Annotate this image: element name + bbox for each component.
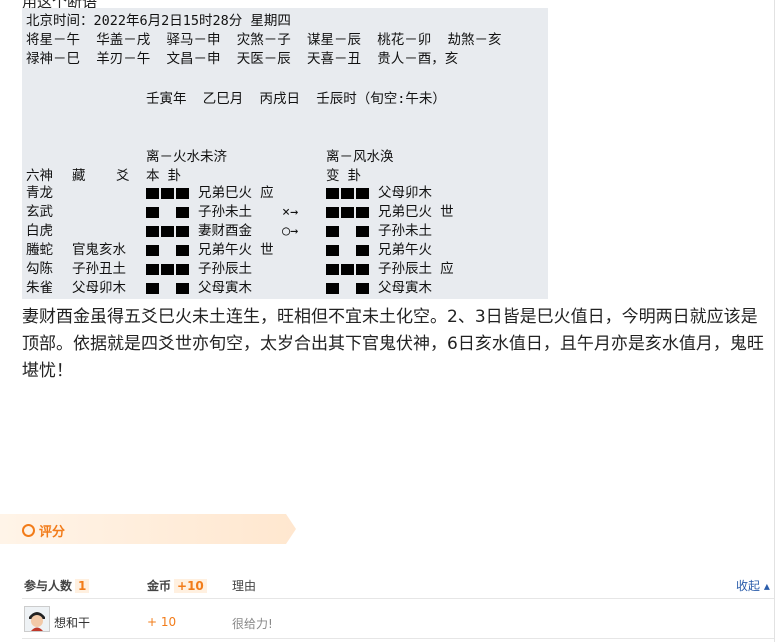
rating-title-text: 评分 xyxy=(39,525,66,540)
bian-yao-label: 子孙辰土 应 xyxy=(378,261,454,277)
ben-yin-line xyxy=(146,207,190,218)
avatar-face-icon xyxy=(25,607,49,631)
bian-yao-label: 父母卯木 xyxy=(378,185,432,201)
bian-yao-label: 子孙未土 xyxy=(378,223,432,239)
fushen-label: 官鬼亥水 xyxy=(72,242,126,258)
rater-username[interactable]: 想和干 xyxy=(54,614,90,631)
yao-segment xyxy=(176,245,189,256)
ben-yang-line xyxy=(146,264,190,275)
header-bian-gua: 变 卦 xyxy=(326,168,362,184)
collapse-label: 收起 xyxy=(736,579,761,593)
header-ben-gua: 本 卦 xyxy=(146,168,182,184)
coins-total: +10 xyxy=(174,579,207,593)
yao-segment xyxy=(341,207,354,218)
yao-segment xyxy=(326,283,339,294)
yao-segment xyxy=(146,207,159,218)
yao-segment xyxy=(146,245,159,256)
column-divider xyxy=(774,0,775,642)
ben-yao-label: 兄弟午火 世 xyxy=(198,242,274,258)
yao-segment xyxy=(356,188,369,199)
ben-yin-line xyxy=(146,283,190,294)
moving-yao-marker: ×→ xyxy=(282,204,299,220)
bian-yin-line xyxy=(326,245,370,256)
yao-segment xyxy=(176,283,189,294)
yao-segment xyxy=(326,245,339,256)
ben-yin-line xyxy=(146,245,190,256)
reason-header: 理由 xyxy=(232,579,257,593)
bian-yang-line xyxy=(326,207,370,218)
yao-segment xyxy=(176,188,189,199)
coins-label: 金币 xyxy=(147,579,172,593)
yao-segment xyxy=(161,264,174,275)
collapse-link[interactable]: 收起 ▴ xyxy=(736,577,770,594)
header-cang: 藏 xyxy=(72,168,86,184)
liushen-label: 勾陈 xyxy=(26,261,53,277)
rating-title: 评分 xyxy=(22,521,65,540)
yao-segment xyxy=(146,264,159,275)
shensha-line-2: 禄神－巳 羊刃－午 文昌－申 天医－辰 天喜－丑 贵人－酉，亥 xyxy=(26,51,459,67)
yao-segment xyxy=(326,207,339,218)
bian-yang-line xyxy=(326,264,370,275)
ben-yao-label: 兄弟巳火 应 xyxy=(198,185,274,201)
bian-yin-line xyxy=(326,226,370,237)
rating-header-divider xyxy=(22,598,774,599)
yao-segment xyxy=(326,188,339,199)
yao-segment xyxy=(146,188,159,199)
yao-segment xyxy=(176,207,189,218)
participants-label: 参与人数 xyxy=(24,579,73,593)
header-yao: 爻 xyxy=(116,168,130,184)
participants-header: 参与人数 1 xyxy=(24,577,90,594)
liushen-label: 玄武 xyxy=(26,204,53,220)
coins-header: 金币 +10 xyxy=(147,577,207,594)
ben-gua-title: 离－火水未济 xyxy=(146,149,227,165)
circle-icon xyxy=(22,524,35,537)
yao-segment xyxy=(161,226,174,237)
yao-segment xyxy=(356,264,369,275)
yao-segment xyxy=(356,207,369,218)
divination-chart: 北京时间：2022年6月2日15时28分 星期四 将星－午 华盖－戌 驿马－申 … xyxy=(22,8,548,299)
beijing-time-line: 北京时间：2022年6月2日15时28分 星期四 xyxy=(26,13,291,29)
yao-segment xyxy=(356,226,369,237)
yao-segment xyxy=(146,283,159,294)
header-liushen: 六神 xyxy=(26,168,53,184)
rating-row-divider xyxy=(22,638,774,639)
yao-segment xyxy=(176,264,189,275)
bian-yao-label: 父母寅木 xyxy=(378,280,432,296)
yao-segment xyxy=(356,245,369,256)
yao-segment xyxy=(326,264,339,275)
ben-yao-label: 子孙辰土 xyxy=(198,261,252,277)
liushen-label: 螣蛇 xyxy=(26,242,53,258)
fushen-label: 子孙丑土 xyxy=(72,261,126,277)
yao-segment xyxy=(326,226,339,237)
liushen-label: 白虎 xyxy=(26,223,53,239)
avatar[interactable] xyxy=(24,606,50,632)
yao-segment xyxy=(146,226,159,237)
yao-segment xyxy=(356,283,369,294)
post-body-text: 妻财酉金虽得五爻巳火未土连生，旺相但不宜未土化空。2、3日皆是巳火值日，今明两日… xyxy=(22,307,764,381)
fushen-label: 父母卯木 xyxy=(72,280,126,296)
participants-count: 1 xyxy=(75,579,90,593)
yao-segment xyxy=(341,188,354,199)
bian-yao-label: 兄弟午火 xyxy=(378,242,432,258)
yao-segment xyxy=(341,264,354,275)
yao-segment xyxy=(176,226,189,237)
moving-yao-marker: ○→ xyxy=(282,223,299,239)
bian-yin-line xyxy=(326,283,370,294)
ben-yang-line xyxy=(146,188,190,199)
ben-yao-label: 妻财酉金 xyxy=(198,223,252,239)
rater-coins: + 10 xyxy=(147,615,177,629)
ganzhi-line: 壬寅年 乙巳月 丙戌日 壬辰时（旬空:午未） xyxy=(146,91,446,107)
liushen-label: 青龙 xyxy=(26,185,53,201)
bian-yang-line xyxy=(326,188,370,199)
bian-gua-title: 离－风水涣 xyxy=(326,149,394,165)
ben-yao-label: 父母寅木 xyxy=(198,280,252,296)
ben-yang-line xyxy=(146,226,190,237)
ben-yao-label: 子孙未土 xyxy=(198,204,252,220)
bian-yao-label: 兄弟巳火 世 xyxy=(378,204,454,220)
collapse-arrow-icon: ▴ xyxy=(760,579,770,593)
rater-reason: 很给力! xyxy=(232,617,273,631)
shensha-line-1: 将星－午 华盖－戌 驿马－申 灾煞－子 谋星－辰 桃花－卯 劫煞－亥 xyxy=(26,32,502,48)
yao-segment xyxy=(161,188,174,199)
liushen-label: 朱雀 xyxy=(26,280,53,296)
